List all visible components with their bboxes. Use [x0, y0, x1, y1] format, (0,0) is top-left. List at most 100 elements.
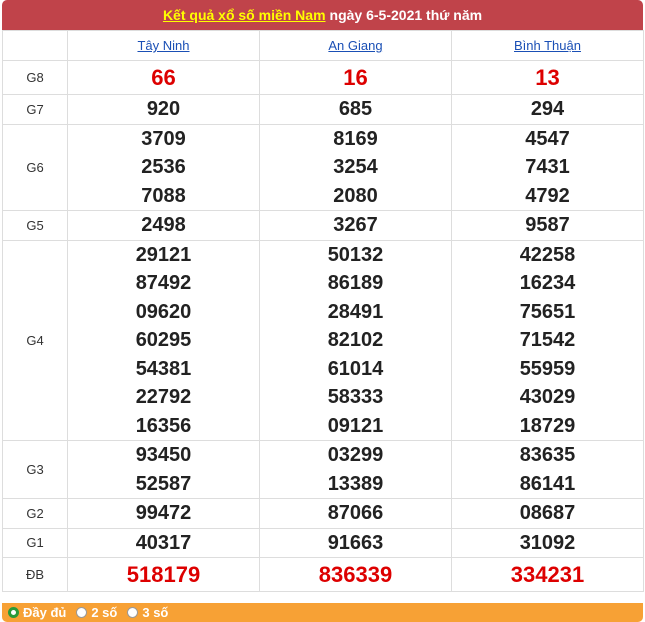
province-header-cell: An Giang	[259, 30, 452, 61]
option-2-digits[interactable]: 2 số	[76, 605, 117, 620]
radio-icon[interactable]	[76, 607, 88, 618]
prize-number: 86141	[519, 472, 576, 495]
prize-number: 685	[338, 98, 373, 120]
prize-cell: 99472	[67, 498, 260, 529]
header-blank-cell	[2, 30, 68, 61]
prize-row-g2: G2 99472 87066 08687	[2, 498, 644, 529]
prize-number: 09620	[135, 300, 192, 323]
prize-cell: 66	[67, 60, 260, 95]
prize-number: 3709	[141, 127, 186, 150]
prize-number: 60295	[135, 329, 192, 351]
prize-number: 54381	[135, 357, 192, 380]
prize-row-g7: G7 920 685 294	[2, 94, 644, 125]
prize-cell: 8169 3254 2080	[259, 123, 452, 211]
prize-cell: 3267	[259, 210, 452, 241]
prize-label: G3	[2, 440, 68, 499]
results-title-link[interactable]: Kết quả xổ số miền Nam	[163, 7, 326, 23]
province-header-cell: Tây Ninh	[67, 30, 260, 61]
prize-number: 31092	[519, 531, 576, 554]
results-title-bar: Kết quả xổ số miền Nam ngày 6-5-2021 thứ…	[2, 0, 643, 30]
prize-cell: 83635 86141	[451, 440, 644, 499]
radio-icon[interactable]	[127, 607, 139, 618]
radio-icon[interactable]	[8, 607, 19, 618]
prize-number: 22792	[135, 386, 192, 408]
prize-cell: 3709 2536 7088	[67, 123, 260, 211]
prize-label: G6	[2, 123, 68, 211]
prize-row-g5: G5 2498 3267 9587	[2, 210, 644, 241]
prize-cell: 31092	[451, 527, 644, 558]
prize-cell: 08687	[451, 498, 644, 529]
prize-label: G7	[2, 94, 68, 125]
province-link-tay-ninh[interactable]: Tây Ninh	[137, 38, 189, 53]
prize-cell: 685	[259, 94, 452, 125]
prize-number: 61014	[327, 357, 384, 380]
display-mode-bar: Đầy đủ 2 số 3 số	[2, 603, 643, 622]
prize-cell: 13	[451, 60, 644, 95]
prize-number: 83635	[519, 444, 576, 466]
prize-row-g8: G8 66 16 13	[2, 60, 644, 95]
prize-number: 09121	[327, 414, 384, 437]
prize-number: 2498	[141, 214, 186, 236]
prize-number: 2080	[333, 184, 378, 207]
option-label: Đầy đủ	[23, 605, 67, 620]
prize-row-g1: G1 40317 91663 31092	[2, 527, 644, 558]
prize-row-g4: G4 29121 87492 09620 60295 54381 22792 16356 501…	[2, 239, 644, 441]
prize-row-g3: G3 93450 52587 03299 13389 83635 86141	[2, 440, 644, 499]
prize-cell: 294	[451, 94, 644, 125]
prize-number: 58333	[327, 386, 384, 408]
prize-cell: 518179	[67, 557, 260, 592]
prize-cell: 4547 7431 4792	[451, 123, 644, 211]
prize-number: 82102	[327, 329, 384, 351]
prize-number: 334231	[510, 562, 585, 587]
prize-number: 71542	[519, 329, 576, 351]
prize-number: 4792	[525, 184, 570, 207]
prize-number: 03299	[327, 444, 384, 466]
prize-number: 18729	[519, 414, 576, 437]
prize-cell: 50132 86189 28491 82102 61014 58333 09121	[259, 239, 452, 441]
prize-number: 13	[535, 65, 560, 90]
results-table: Tây Ninh An Giang Bình Thuận G8 66 16 13 G7 9…	[2, 30, 644, 592]
option-full[interactable]: Đầy đủ	[8, 605, 66, 620]
prize-cell: 42258 16234 75651 71542 55959 43029 18729	[451, 239, 644, 441]
prize-number: 16234	[519, 272, 576, 294]
prize-cell: 334231	[451, 557, 644, 592]
prize-number: 43029	[519, 386, 576, 408]
province-link-an-giang[interactable]: An Giang	[328, 38, 382, 53]
prize-cell: 16	[259, 60, 452, 95]
prize-cell: 03299 13389	[259, 440, 452, 499]
prize-number: 86189	[327, 272, 384, 294]
prize-number: 29121	[135, 243, 192, 266]
prize-label: ĐB	[2, 557, 68, 592]
prize-number: 920	[146, 98, 181, 120]
prize-row-g6: G6 3709 2536 7088 8169 3254 2080 4547 7431 4792	[2, 123, 644, 211]
prize-number: 87066	[327, 502, 384, 524]
prize-number: 40317	[135, 531, 192, 554]
prize-number: 4547	[525, 127, 570, 150]
province-link-binh-thuan[interactable]: Bình Thuận	[514, 38, 581, 53]
prize-number: 99472	[135, 502, 192, 524]
prize-label: G1	[2, 527, 68, 558]
prize-number: 87492	[135, 272, 192, 294]
prize-number: 3267	[333, 214, 378, 236]
prize-row-đb: ĐB 518179 836339 334231	[2, 557, 644, 592]
prize-cell: 40317	[67, 527, 260, 558]
prize-number: 16	[343, 65, 368, 90]
prize-cell: 29121 87492 09620 60295 54381 22792 16356	[67, 239, 260, 441]
prize-number: 91663	[327, 531, 384, 554]
option-label: 3 số	[142, 605, 169, 620]
prize-number: 7088	[141, 184, 186, 207]
prize-number: 66	[151, 65, 176, 90]
option-3-digits[interactable]: 3 số	[127, 605, 168, 620]
prize-number: 93450	[135, 444, 192, 466]
prize-label: G8	[2, 60, 68, 95]
prize-label: G4	[2, 239, 68, 441]
prize-cell: 87066	[259, 498, 452, 529]
prize-number: 9587	[525, 214, 570, 236]
province-header-cell: Bình Thuận	[451, 30, 644, 61]
prize-rows: G8 66 16 13 G7 920 685 294 G6 3709 2536 7088 8169 325…	[2, 60, 644, 592]
prize-number: 16356	[135, 414, 192, 437]
prize-number: 3254	[333, 156, 378, 178]
prize-cell: 93450 52587	[67, 440, 260, 499]
prize-cell: 920	[67, 94, 260, 125]
prize-number: 42258	[519, 243, 576, 266]
